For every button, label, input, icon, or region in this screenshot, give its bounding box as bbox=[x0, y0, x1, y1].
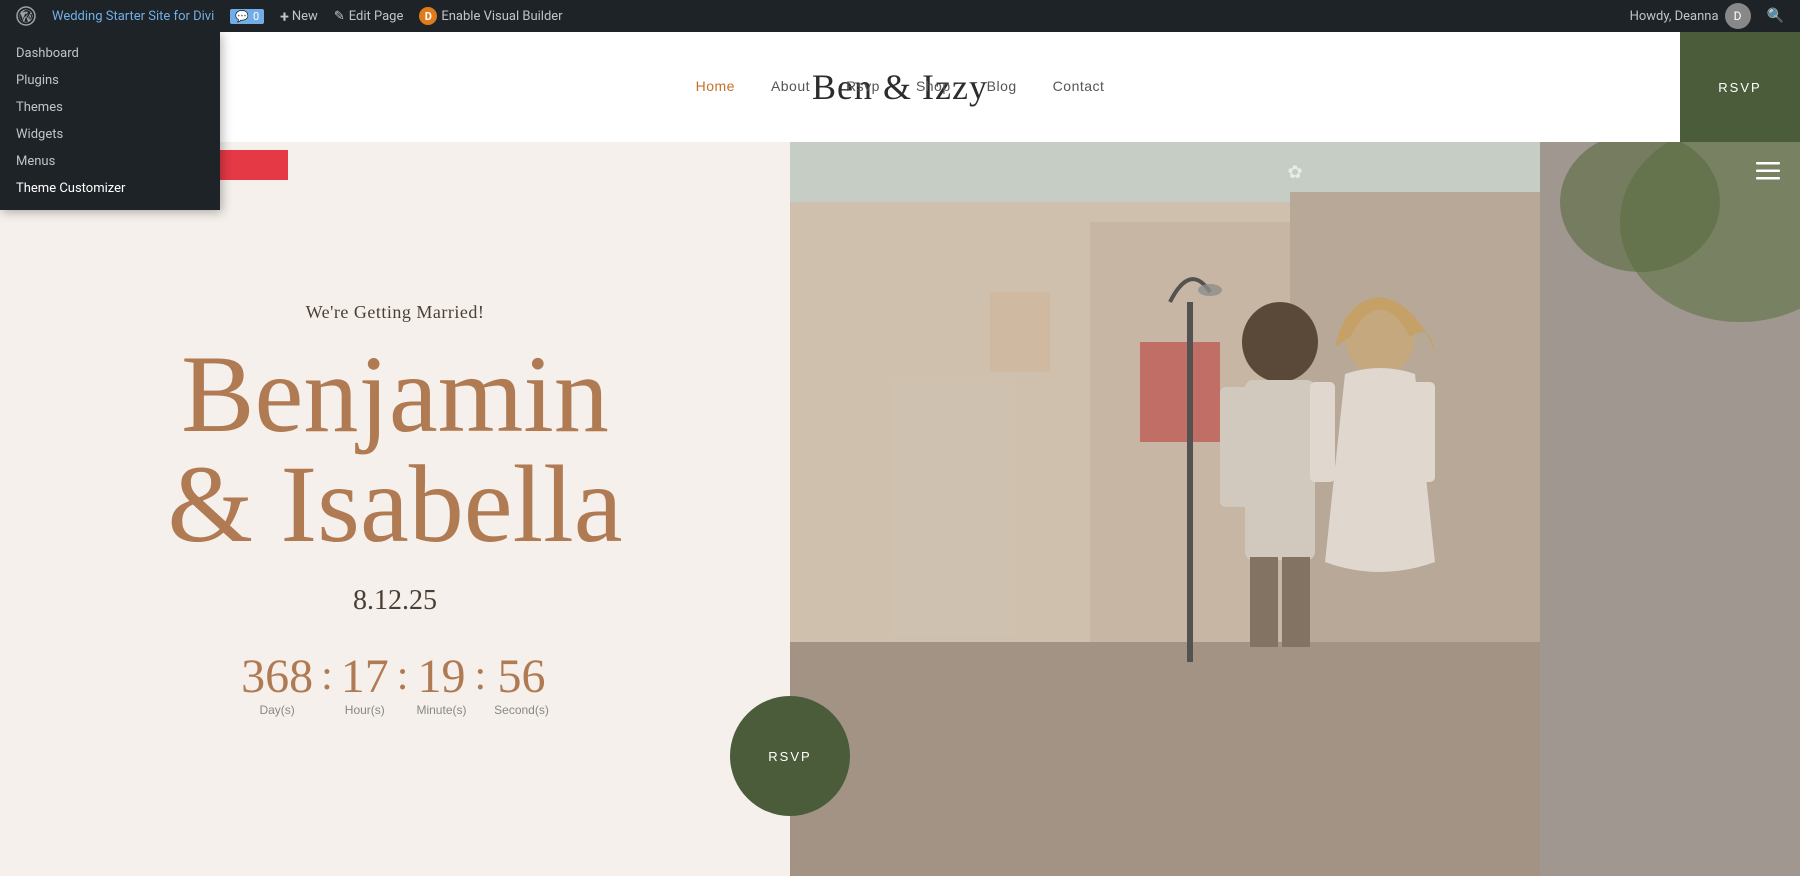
wp-logo-btn[interactable] bbox=[8, 0, 44, 32]
rsvp-circle-button[interactable]: RSVP bbox=[730, 696, 850, 816]
minutes-value: 19 bbox=[417, 653, 465, 701]
dropdown-item-menus[interactable]: Menus bbox=[0, 148, 220, 175]
dropdown-item-theme-customizer[interactable]: Theme Customizer bbox=[0, 175, 220, 202]
countdown-days: 368 Day(s) bbox=[241, 653, 313, 717]
divi-icon: D bbox=[419, 7, 437, 25]
site-nav: Home About Rsvp Shop Blog Contact bbox=[696, 78, 1105, 108]
hero-section: We're Getting Married! Benjamin & Isabel… bbox=[0, 142, 1800, 876]
wedding-date: 8.12.25 bbox=[353, 585, 437, 617]
search-icon: 🔍 bbox=[1767, 8, 1784, 24]
hamburger-icon[interactable] bbox=[1756, 162, 1780, 186]
divi-label: Enable Visual Builder bbox=[441, 9, 562, 24]
comment-icon: 💬 bbox=[235, 10, 249, 23]
hero-right-photo: ✿ bbox=[790, 142, 1800, 876]
seconds-label: Second(s) bbox=[494, 703, 549, 717]
nav-blog[interactable]: Blog bbox=[987, 78, 1017, 94]
hours-label: Hour(s) bbox=[345, 703, 385, 717]
user-avatar: D bbox=[1725, 3, 1751, 29]
divi-builder-btn[interactable]: D Enable Visual Builder bbox=[411, 0, 570, 32]
countdown-hours: 17 Hour(s) bbox=[341, 653, 389, 717]
edit-page-label: Edit Page bbox=[349, 9, 404, 24]
groom-name: Benjamin & Isabella bbox=[167, 339, 622, 559]
comment-count: 0 bbox=[253, 10, 259, 23]
new-btn[interactable]: + New bbox=[272, 0, 326, 32]
edit-page-btn[interactable]: ✎ Edit Page bbox=[326, 0, 412, 32]
comment-bubble: 💬 0 bbox=[230, 9, 264, 24]
howdy-section[interactable]: Howdy, Deanna D bbox=[1622, 0, 1759, 32]
dropdown-item-widgets[interactable]: Widgets bbox=[0, 121, 220, 148]
admin-bar: Wedding Starter Site for Divi 💬 0 + New … bbox=[0, 0, 1800, 32]
minutes-label: Minute(s) bbox=[416, 703, 466, 717]
appearance-dropdown: Dashboard Plugins Themes Widgets Menus T… bbox=[0, 32, 220, 210]
dropdown-item-dashboard[interactable]: Dashboard bbox=[0, 40, 220, 67]
name-isabella: & Isabella bbox=[167, 449, 622, 559]
hero-left: We're Getting Married! Benjamin & Isabel… bbox=[0, 142, 790, 876]
seconds-value: 56 bbox=[498, 653, 546, 701]
countdown: 368 Day(s) : 17 Hour(s) : 19 Minute(s) :… bbox=[241, 653, 549, 717]
rsvp-header-button[interactable]: RSVP bbox=[1680, 32, 1800, 142]
decorative-flower-icon: ✿ bbox=[1287, 162, 1302, 183]
site-name-label: Wedding Starter Site for Divi bbox=[52, 9, 214, 24]
nav-about[interactable]: About bbox=[771, 78, 810, 94]
separator-2: : bbox=[397, 655, 409, 697]
new-label: New bbox=[292, 9, 318, 24]
site-name-btn[interactable]: Wedding Starter Site for Divi bbox=[44, 0, 222, 32]
wp-logo-icon bbox=[16, 6, 36, 26]
plus-icon: + bbox=[280, 7, 289, 26]
hamburger-svg bbox=[1756, 162, 1780, 180]
site-title: Ben & Izzy Home About Rsvp Shop Blog Con… bbox=[812, 66, 988, 108]
pencil-icon: ✎ bbox=[334, 9, 345, 24]
days-value: 368 bbox=[241, 653, 313, 701]
name-benjamin: Benjamin bbox=[167, 339, 622, 449]
nav-contact[interactable]: Contact bbox=[1053, 78, 1105, 94]
howdy-text: Howdy, Deanna bbox=[1630, 9, 1719, 24]
site-header: Ben & Izzy Home About Rsvp Shop Blog Con… bbox=[0, 32, 1800, 142]
nav-shop[interactable]: Shop bbox=[916, 78, 951, 94]
nav-rsvp[interactable]: Rsvp bbox=[846, 78, 880, 94]
hours-value: 17 bbox=[341, 653, 389, 701]
comments-btn[interactable]: 💬 0 bbox=[222, 0, 272, 32]
admin-bar-right: Howdy, Deanna D 🔍 bbox=[1622, 0, 1792, 32]
separator-1: : bbox=[321, 655, 333, 697]
nav-home[interactable]: Home bbox=[696, 78, 735, 94]
dropdown-item-themes[interactable]: Themes bbox=[0, 94, 220, 121]
separator-3: : bbox=[474, 655, 486, 697]
countdown-minutes: 19 Minute(s) bbox=[416, 653, 466, 717]
couple-photo bbox=[790, 142, 1800, 876]
dropdown-item-plugins[interactable]: Plugins bbox=[0, 67, 220, 94]
countdown-seconds: 56 Second(s) bbox=[494, 653, 549, 717]
getting-married-text: We're Getting Married! bbox=[306, 302, 485, 323]
days-label: Day(s) bbox=[259, 703, 294, 717]
search-btn[interactable]: 🔍 bbox=[1759, 0, 1792, 32]
